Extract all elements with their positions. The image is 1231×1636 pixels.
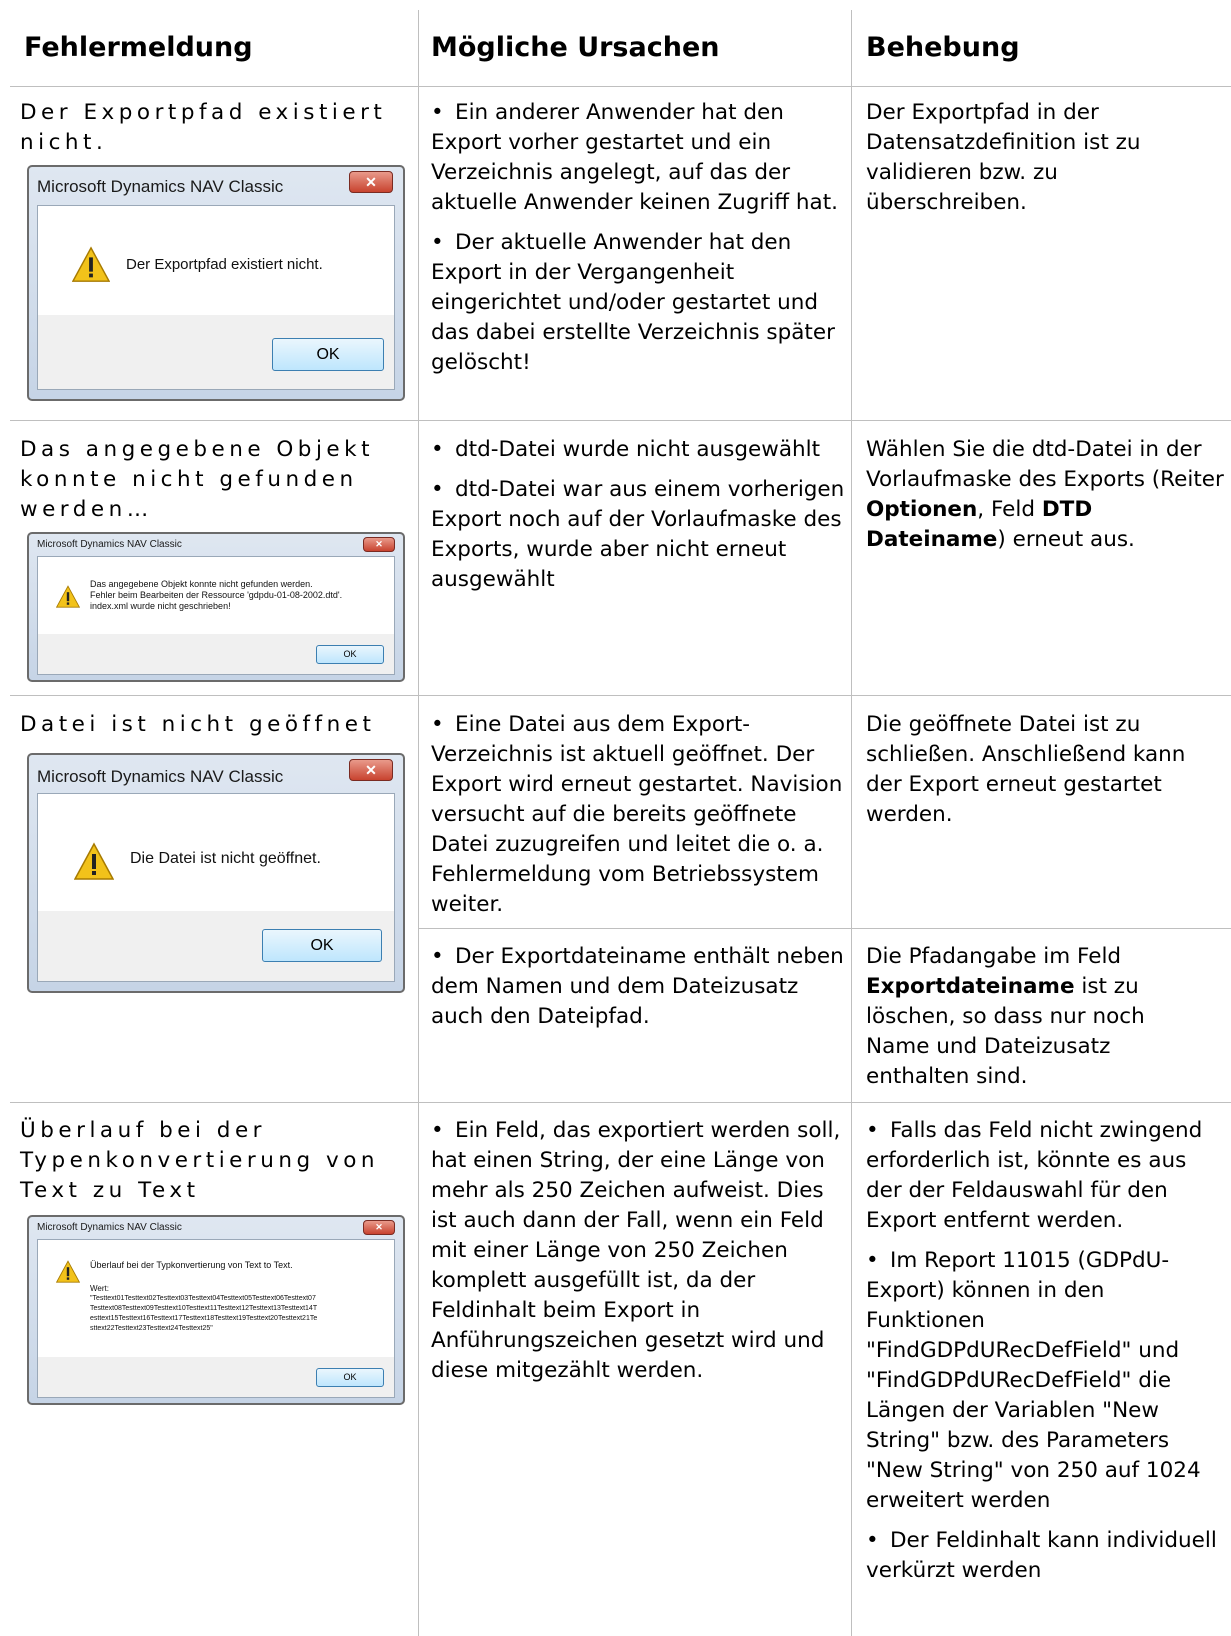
close-button[interactable]: ✕ bbox=[349, 759, 393, 781]
cause-list: • Der Exportdateiname enthält neben dem N… bbox=[431, 942, 849, 1042]
row-separator-2 bbox=[10, 695, 1231, 696]
solution-text: Wählen Sie die dtd-Datei in der Vorlaufm… bbox=[866, 437, 1224, 552]
dialog-message: Die Datei ist nicht geöffnet. bbox=[130, 850, 321, 867]
dialog-message: Überlauf bei der Typkonvertierung von Te… bbox=[90, 1260, 293, 1270]
dialog-body: Überlauf bei der Typkonvertierung von Te… bbox=[37, 1239, 395, 1359]
cause-item: • Der Exportdateiname enthält neben dem N… bbox=[431, 944, 844, 1029]
column-divider-1 bbox=[418, 10, 419, 1636]
error-text: Das angegebene Objekt konnte nicht gefun… bbox=[20, 437, 375, 522]
solution-text: Die Pfadangabe im Feld Exportdateiname i… bbox=[866, 944, 1145, 1089]
solution-item: • Im Report 11015 (GDPdU-Export) können i… bbox=[866, 1248, 1201, 1513]
dialog-message: Der Exportpfad existiert nicht. bbox=[126, 256, 323, 273]
solution-item: • Der Feldinhalt kann individuell verkürz… bbox=[866, 1528, 1217, 1583]
header-separator bbox=[10, 86, 1231, 87]
header-behebung: Behebung bbox=[866, 32, 1020, 63]
solution-text: Die geöffnete Datei ist zu schließen. An… bbox=[866, 712, 1186, 827]
warning-icon bbox=[56, 585, 80, 608]
cause-item: • Ein Feld, das exportiert werden soll, h… bbox=[431, 1118, 841, 1383]
cause-list: • dtd-Datei wurde nicht ausgewählt • dtd-D… bbox=[431, 435, 849, 605]
cause-item: • dtd-Datei war aus einem vorherigen Expo… bbox=[431, 477, 845, 592]
dialog-footer: OK bbox=[37, 315, 395, 390]
close-button[interactable]: ✕ bbox=[363, 537, 395, 552]
ok-button[interactable]: OK bbox=[272, 338, 384, 371]
ok-button[interactable]: OK bbox=[316, 1368, 384, 1387]
warning-icon bbox=[56, 1260, 80, 1283]
header-ursachen: Mögliche Ursachen bbox=[431, 32, 720, 63]
error-dialog: Microsoft Dynamics NAV Classic ✕ Das ang… bbox=[27, 532, 405, 682]
cause-list: • Ein Feld, das exportiert werden soll, h… bbox=[431, 1116, 849, 1396]
cause-list: • Ein anderer Anwender hat den Export vor… bbox=[431, 98, 849, 388]
cause-item: • Eine Datei aus dem Export-Verzeichnis i… bbox=[431, 712, 843, 917]
solution-list: • Falls das Feld nicht zwingend erforderl… bbox=[866, 1116, 1226, 1596]
dialog-message: Das angegebene Objekt konnte nicht gefun… bbox=[90, 579, 343, 611]
dialog-footer: OK bbox=[37, 634, 395, 675]
dialog-body: Das angegebene Objekt konnte nicht gefun… bbox=[37, 556, 395, 636]
dialog-footer: OK bbox=[37, 1357, 395, 1398]
cause-item: • Der aktuelle Anwender hat den Export in… bbox=[431, 230, 835, 375]
dialog-title: Microsoft Dynamics NAV Classic bbox=[37, 1222, 182, 1233]
column-divider-2 bbox=[851, 10, 852, 1636]
ok-button[interactable]: OK bbox=[316, 645, 384, 664]
cause-item: • Ein anderer Anwender hat den Export vor… bbox=[431, 100, 838, 215]
dialog-body: Die Datei ist nicht geöffnet. bbox=[37, 793, 395, 913]
dialog-body: Der Exportpfad existiert nicht. bbox=[37, 205, 395, 317]
error-dialog: Microsoft Dynamics NAV Classic ✕ Der Exp… bbox=[27, 165, 405, 401]
dialog-footer: OK bbox=[37, 911, 395, 982]
close-button[interactable]: ✕ bbox=[349, 171, 393, 193]
header-fehlermeldung: Fehlermeldung bbox=[24, 32, 253, 63]
dialog-title: Microsoft Dynamics NAV Classic bbox=[37, 767, 284, 786]
error-text: Datei ist nicht geöffnet bbox=[20, 712, 376, 737]
dialog-title: Microsoft Dynamics NAV Classic bbox=[37, 539, 182, 550]
dialog-value-label: Wert: bbox=[90, 1284, 109, 1293]
dialog-title: Microsoft Dynamics NAV Classic bbox=[37, 177, 284, 196]
ok-button[interactable]: OK bbox=[262, 929, 382, 962]
close-button[interactable]: ✕ bbox=[363, 1220, 395, 1235]
warning-icon bbox=[74, 842, 114, 880]
cause-item: • dtd-Datei wurde nicht ausgewählt bbox=[431, 437, 821, 462]
warning-icon bbox=[72, 246, 110, 282]
error-text: Der Exportpfad existiert nicht. bbox=[20, 100, 387, 155]
solution-item: • Falls das Feld nicht zwingend erforderl… bbox=[866, 1118, 1203, 1233]
error-dialog: Microsoft Dynamics NAV Classic ✕ Überlau… bbox=[27, 1215, 405, 1405]
error-dialog: Microsoft Dynamics NAV Classic ✕ Die Dat… bbox=[27, 753, 405, 993]
error-text: Überlauf bei der Typenkonvertierung von … bbox=[20, 1118, 379, 1203]
dialog-value: "Testtext01Testtext02Testtext03Testtext0… bbox=[90, 1295, 318, 1332]
solution-text: Der Exportpfad in der Datensatzdefinitio… bbox=[866, 100, 1141, 215]
cause-list: • Eine Datei aus dem Export-Verzeichnis i… bbox=[431, 710, 849, 930]
row-separator-4 bbox=[10, 1102, 1231, 1103]
row-separator-1 bbox=[10, 420, 1231, 421]
